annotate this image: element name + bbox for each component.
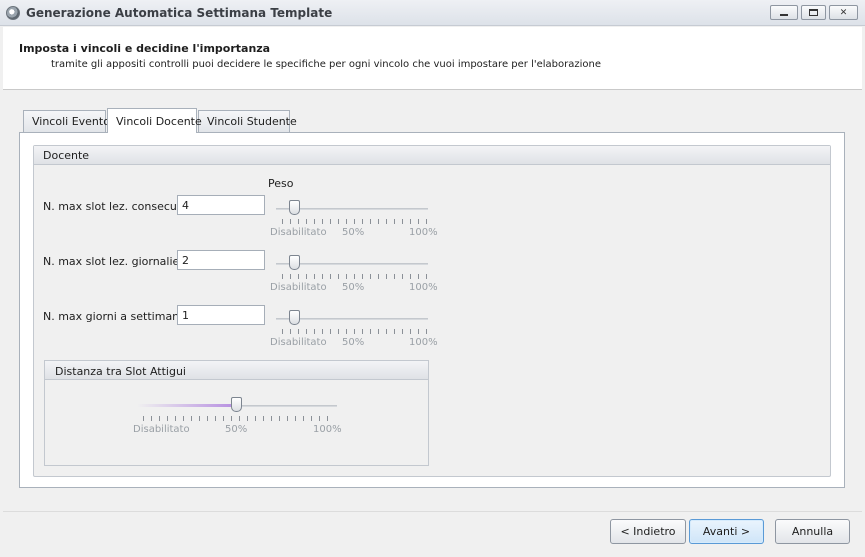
adjacent-slots-weight-slider[interactable]: Disabilitato 50% 100% xyxy=(133,392,343,442)
slider-min-label: Disabilitato xyxy=(270,282,327,293)
maximize-icon xyxy=(809,9,818,16)
slider-ticks xyxy=(143,416,333,421)
slider-thumb[interactable] xyxy=(289,310,300,325)
slider-max-label: 100% xyxy=(409,337,438,348)
slider-mid-label: 50% xyxy=(225,424,248,435)
close-icon: ✕ xyxy=(839,7,848,18)
tab-vincoli-studente[interactable]: Vincoli Studente xyxy=(198,110,297,132)
consecutive-slots-field[interactable] xyxy=(177,195,265,215)
constraint-label-weekly: N. max giorni a settimana xyxy=(43,310,186,323)
slider-max-label: 100% xyxy=(409,227,438,238)
slider-mid-label: 50% xyxy=(342,227,365,238)
slider-min-label: Disabilitato xyxy=(133,424,190,435)
next-button[interactable]: Avanti > xyxy=(689,519,764,544)
slider-thumb[interactable] xyxy=(289,255,300,270)
close-button[interactable]: ✕ xyxy=(829,5,858,20)
weight-header: Peso xyxy=(268,177,294,190)
header-subtitle: tramite gli appositi controlli puoi deci… xyxy=(51,59,601,70)
weekly-days-field[interactable] xyxy=(177,305,265,325)
adjacent-slots-title: Distanza tra Slot Attigui xyxy=(55,365,186,378)
weekly-weight-slider[interactable]: Disabilitato 50% 100% xyxy=(270,305,438,355)
docente-group-header xyxy=(34,146,830,165)
daily-slots-field[interactable] xyxy=(177,250,265,270)
wizard-header: Imposta i vincoli e decidine l'importanz… xyxy=(3,27,862,90)
app-gear-icon xyxy=(6,6,20,20)
docente-group-title: Docente xyxy=(43,149,90,162)
slider-min-label: Disabilitato xyxy=(270,337,327,348)
window-title: Generazione Automatica Settimana Templat… xyxy=(26,6,333,20)
tab-vincoli-evento[interactable]: Vincoli Evento xyxy=(23,110,110,132)
constraint-label-daily: N. max slot lez. giornalieri xyxy=(43,255,187,268)
slider-ticks xyxy=(282,329,427,334)
tab-vincoli-docente[interactable]: Vincoli Docente xyxy=(107,108,202,133)
minimize-icon xyxy=(780,13,788,16)
slider-thumb[interactable] xyxy=(231,397,242,412)
slider-max-label: 100% xyxy=(409,282,438,293)
slider-max-label: 100% xyxy=(313,424,342,435)
cancel-button[interactable]: Annulla xyxy=(775,519,850,544)
slider-fill xyxy=(137,404,239,407)
constraint-label-consecutive: N. max slot lez. consecutivi xyxy=(43,200,194,213)
maximize-button[interactable] xyxy=(801,5,826,20)
back-button[interactable]: < Indietro xyxy=(610,519,686,544)
slider-mid-label: 50% xyxy=(342,337,365,348)
slider-ticks xyxy=(282,274,427,279)
slider-min-label: Disabilitato xyxy=(270,227,327,238)
minimize-button[interactable] xyxy=(770,5,798,20)
footer-separator xyxy=(3,511,862,512)
title-bar: Generazione Automatica Settimana Templat… xyxy=(0,0,865,26)
slider-thumb[interactable] xyxy=(289,200,300,215)
daily-weight-slider[interactable]: Disabilitato 50% 100% xyxy=(270,250,438,300)
header-title: Imposta i vincoli e decidine l'importanz… xyxy=(19,42,271,55)
slider-ticks xyxy=(282,219,427,224)
slider-mid-label: 50% xyxy=(342,282,365,293)
consecutive-weight-slider[interactable]: Disabilitato 50% 100% xyxy=(270,195,438,245)
